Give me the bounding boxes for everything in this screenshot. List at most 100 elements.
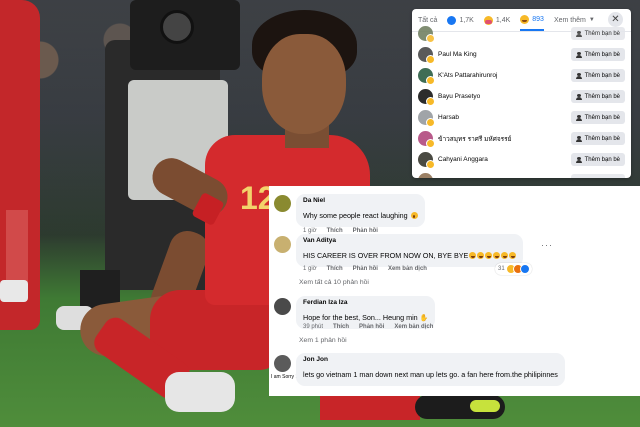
laughing-emoji-icon: [501, 252, 509, 259]
comment-text: lets go vietnam 1 man down next man up l…: [303, 370, 558, 379]
add-friend-label: Thêm bạn bè: [584, 93, 620, 100]
avatar[interactable]: [418, 173, 433, 178]
reactor-row: Thêm bạn bè: [412, 170, 631, 178]
translate-link[interactable]: Xem bản dịch: [394, 324, 433, 330]
add-friend-label: Thêm bạn bè: [584, 72, 620, 79]
reaction-summary[interactable]: 31: [495, 263, 532, 275]
avatar[interactable]: [274, 355, 291, 372]
avatar[interactable]: [274, 298, 291, 315]
add-friend-label: Thêm bạn bè: [584, 30, 620, 37]
reactor-name[interactable]: Bayu Prasetyo: [438, 93, 571, 100]
comments-panel: Da Niel Why some people react laughing 1…: [269, 186, 640, 396]
comment-bubble: Van Aditya HIS CAREER IS OVER FROM NOW O…: [296, 234, 524, 267]
add-friend-button[interactable]: Thêm bạn bè: [570, 69, 625, 82]
add-person-icon: [575, 114, 582, 121]
haha-emoji-icon: [426, 34, 435, 43]
add-friend-button[interactable]: Thêm bạn bè: [570, 111, 625, 124]
comment-author[interactable]: Da Niel: [303, 197, 418, 204]
reactor-name[interactable]: K'Ats Pattarahirunroj: [438, 72, 571, 79]
shoe-accent: [470, 400, 500, 412]
comment-text: Why some people react laughing: [303, 211, 418, 220]
add-friend-label: Thêm bạn bè: [584, 114, 620, 121]
haha-emoji-icon: [426, 139, 435, 148]
player-head: [262, 34, 346, 134]
add-friend-label: Thêm bạn bè: [584, 156, 620, 163]
left-player-leg: [6, 210, 28, 290]
comment-text: Hope for the best, Son... Heung min ✋: [303, 313, 428, 322]
reactor-row: Bayu Prasetyo Thêm bạn bè: [412, 86, 631, 107]
haha-emoji-icon: [426, 97, 435, 106]
left-player-boot: [0, 280, 28, 302]
comment-text: HIS CAREER IS OVER FROM NOW ON, BYE BYE: [303, 251, 517, 260]
add-person-icon: [575, 30, 582, 37]
reactor-row: Harsab Thêm bạn bè: [412, 107, 631, 128]
reactor-row: K'Ats Pattarahirunroj Thêm bạn bè: [412, 65, 631, 86]
reactor-row: Cahyani Anggara Thêm bạn bè: [412, 149, 631, 170]
tab-haha-count: 893: [532, 15, 544, 23]
reply-link[interactable]: Phản hồi: [353, 266, 378, 272]
comment-time[interactable]: 39 phút: [303, 324, 323, 330]
reply-link[interactable]: Phản hồi: [359, 324, 384, 330]
avatar[interactable]: [418, 47, 435, 64]
add-friend-button[interactable]: Thêm bạn bè: [570, 174, 625, 179]
add-person-icon: [575, 72, 582, 79]
comment-text-content: Hope for the best, Son... Heung min: [303, 313, 418, 322]
add-person-icon: [575, 156, 582, 163]
reactor-row: ข้าวสมุทร ราศรี มหัศจรรย์ Thêm bạn bè: [412, 128, 631, 149]
haha-emoji-icon: [426, 76, 435, 85]
avatar[interactable]: [274, 236, 291, 253]
reactor-name[interactable]: ข้าวสมุทร ราศรี มหัศจรรย์: [438, 134, 571, 144]
avatar[interactable]: [418, 26, 435, 43]
avatar[interactable]: [418, 89, 435, 106]
laughing-emoji-icon: [485, 252, 493, 259]
comment-author[interactable]: Ferdian Iza Iza: [303, 299, 428, 306]
view-all-replies-link[interactable]: Xem tất cả 10 phản hồi: [299, 279, 369, 286]
player-sock-right: [320, 396, 420, 420]
comment-author[interactable]: Jon Jon: [303, 356, 558, 363]
camera-lens: [160, 10, 194, 44]
avatar[interactable]: [274, 195, 291, 212]
haha-emoji-icon: [426, 160, 435, 169]
comment-time[interactable]: 1 giờ: [303, 266, 317, 272]
reactor-row: Paul Ma King Thêm bạn bè: [412, 44, 631, 65]
comment-actions: 1 giờ Thích Phản hồi Xem bản dịch: [303, 266, 427, 272]
comment-text-content: Why some people react laughing: [303, 211, 408, 220]
add-friend-label: Thêm bạn bè: [584, 51, 620, 58]
avatar[interactable]: [418, 152, 435, 169]
like-emoji-icon: [519, 264, 530, 274]
add-friend-button[interactable]: Thêm bạn bè: [570, 27, 625, 40]
laughing-emoji-icon: [509, 252, 517, 259]
like-link[interactable]: Thích: [333, 324, 349, 330]
laughing-emoji-icon: [477, 252, 485, 259]
translate-link[interactable]: Xem bản dịch: [388, 266, 427, 272]
more-options-icon[interactable]: ···: [541, 240, 553, 250]
reactors-list: Thêm bạn bè Paul Ma King Thêm bạn bè K'Ats …: [412, 23, 631, 178]
comment-bubble: Da Niel Why some people react laughing: [296, 194, 425, 227]
laughing-emoji-icon: [493, 252, 501, 259]
reaction-count: 31: [498, 266, 505, 272]
avatar[interactable]: [418, 68, 435, 85]
add-friend-button[interactable]: Thêm bạn bè: [570, 132, 625, 145]
add-friend-label: Thêm bạn bè: [585, 178, 620, 179]
add-friend-label: Thêm bạn bè: [584, 135, 620, 142]
comment-text-content: HIS CAREER IS OVER FROM NOW ON, BYE BYE: [303, 251, 469, 260]
add-friend-button[interactable]: Thêm bạn bè: [570, 90, 625, 103]
praying-hands-emoji-icon: ✋: [419, 315, 429, 322]
comment-actions: 39 phút Thích Phản hồi Xem bản dịch: [303, 324, 433, 330]
avatar[interactable]: [418, 110, 435, 127]
haha-emoji-icon: [426, 55, 435, 64]
reactor-name[interactable]: Paul Ma King: [438, 51, 571, 58]
view-replies-link[interactable]: Xem 1 phản hồi: [299, 337, 347, 344]
reactor-name[interactable]: Cahyani Anggara: [438, 156, 571, 163]
reactor-name[interactable]: Harsab: [438, 114, 571, 121]
reactor-row: Thêm bạn bè: [412, 23, 631, 44]
add-friend-button[interactable]: Thêm bạn bè: [570, 48, 625, 61]
add-person-icon: [575, 93, 582, 100]
player-shoe-left: [165, 372, 235, 412]
avatar[interactable]: [418, 131, 435, 148]
add-friend-button[interactable]: Thêm bạn bè: [570, 153, 625, 166]
reactions-dialog: Tất cả 1,7K 1,4K 893 Xem thêm ▼ ✕ Thêm b…: [412, 9, 631, 178]
like-link[interactable]: Thích: [327, 266, 343, 272]
comment-author[interactable]: Van Aditya: [303, 237, 516, 244]
astonished-emoji-icon: [410, 212, 418, 219]
